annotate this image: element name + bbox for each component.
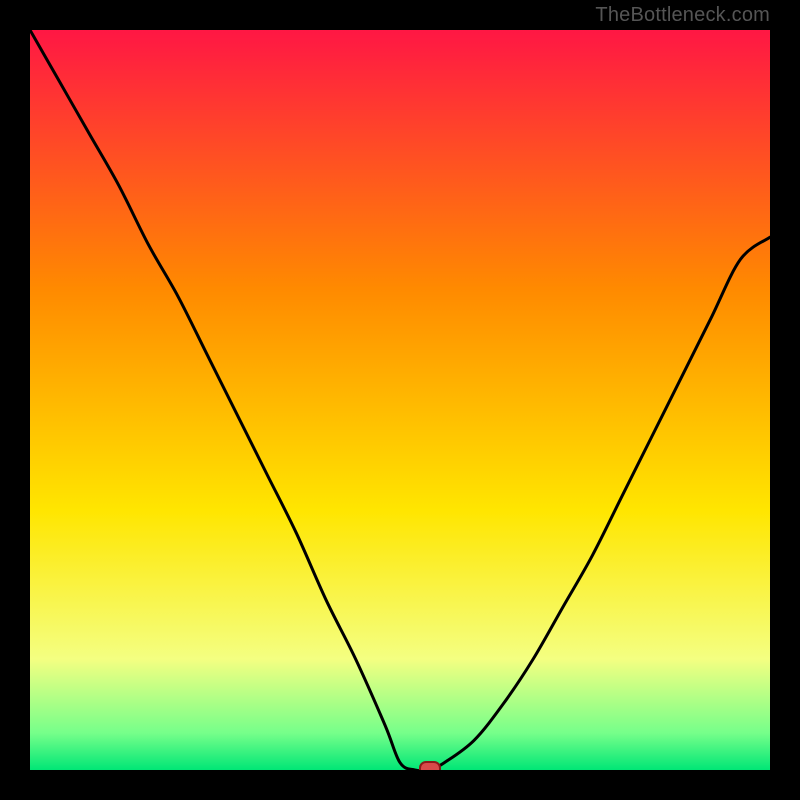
bottleneck-curve [30, 30, 770, 770]
optimal-point-marker [419, 761, 441, 770]
plot-area [30, 30, 770, 770]
watermark-text: TheBottleneck.com [595, 4, 770, 27]
chart-frame: TheBottleneck.com [0, 0, 800, 800]
